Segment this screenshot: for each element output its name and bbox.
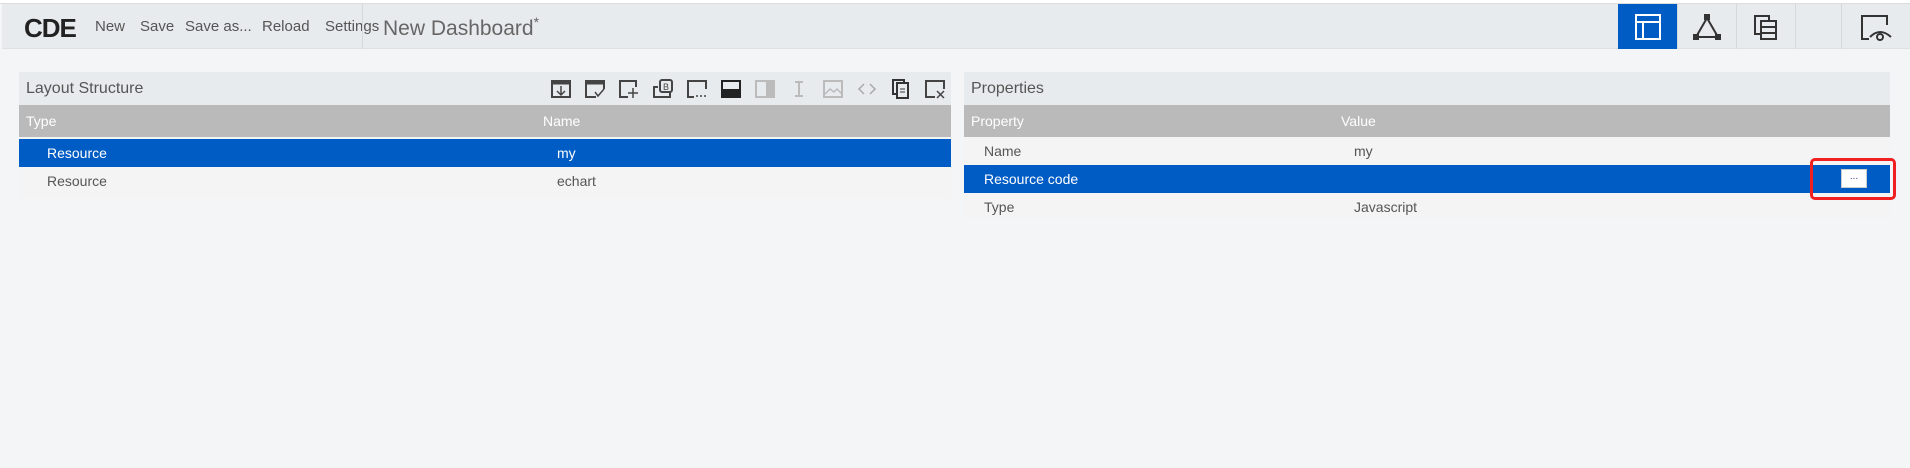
preview-icon xyxy=(1861,14,1892,41)
datasources-view-button[interactable] xyxy=(1736,4,1795,49)
delete-icon[interactable] xyxy=(923,78,947,100)
row-type: Resource xyxy=(47,173,107,189)
components-view-button[interactable] xyxy=(1677,4,1736,49)
cde-logo: CDE xyxy=(24,13,77,43)
column-property: Property xyxy=(971,113,1024,129)
toolbar-spacer xyxy=(1795,4,1841,49)
property-label: Name xyxy=(984,143,1022,159)
row-name: my xyxy=(557,145,576,161)
add-freeform-icon[interactable] xyxy=(685,78,709,100)
layout-toolbar: B xyxy=(549,78,947,100)
menu-settings[interactable]: Settings xyxy=(325,18,379,35)
layout-icon xyxy=(1635,13,1661,40)
column-name: Name xyxy=(543,113,581,129)
datasources-icon xyxy=(1754,14,1777,40)
table-row[interactable]: Resource echart xyxy=(19,167,951,195)
layout-panel-header: Layout Structure B xyxy=(19,72,951,105)
layout-column-header: Type Name xyxy=(19,105,951,137)
highlight-annotation xyxy=(1810,158,1896,200)
divider xyxy=(362,4,363,49)
add-html-icon[interactable] xyxy=(855,78,879,100)
property-row-type[interactable]: Type Javascript xyxy=(964,193,1890,221)
property-row-resource-code[interactable]: Resource code ... xyxy=(964,165,1890,193)
column-value: Value xyxy=(1341,113,1376,129)
table-row[interactable]: Resource my xyxy=(19,139,951,167)
properties-panel-header: Properties xyxy=(964,72,1890,105)
property-row-name[interactable]: Name my xyxy=(964,137,1890,165)
menu-save[interactable]: Save xyxy=(140,18,174,35)
top-bar: CDE New Save Save as... Reload Settings … xyxy=(2,4,1910,49)
modified-mark: * xyxy=(533,14,540,30)
dashboard-title: New Dashboard* xyxy=(383,14,539,41)
add-image-icon[interactable] xyxy=(821,78,845,100)
column-type: Type xyxy=(26,113,57,129)
svg-text:B: B xyxy=(663,82,669,92)
properties-panel: Properties Property Value Name my Resour… xyxy=(964,72,1890,218)
menu-save-as[interactable]: Save as... xyxy=(185,18,252,35)
property-value[interactable]: Javascript xyxy=(1354,199,1417,215)
duplicate-icon[interactable] xyxy=(889,78,913,100)
menu-new[interactable]: New xyxy=(95,18,125,35)
save-template-icon[interactable] xyxy=(549,78,573,100)
properties-panel-title: Properties xyxy=(971,80,1044,97)
layout-structure-panel: Layout Structure B Type Name Resource my… xyxy=(19,72,951,198)
dashboard-title-text: New Dashboard xyxy=(383,17,534,40)
add-column-icon[interactable] xyxy=(753,78,777,100)
property-label: Type xyxy=(984,199,1015,215)
apply-template-icon[interactable] xyxy=(583,78,607,100)
row-name: echart xyxy=(557,173,596,189)
add-bootstrap-panel-icon[interactable]: B xyxy=(651,78,675,100)
layout-panel-title: Layout Structure xyxy=(26,80,144,97)
preview-button[interactable] xyxy=(1841,4,1910,49)
property-label: Resource code xyxy=(984,171,1079,187)
layout-view-button[interactable] xyxy=(1618,4,1677,49)
property-value[interactable]: my xyxy=(1354,143,1373,159)
add-resource-icon[interactable] xyxy=(617,78,641,100)
row-type: Resource xyxy=(47,145,107,161)
add-row-icon[interactable] xyxy=(719,78,743,100)
properties-column-header: Property Value xyxy=(964,105,1890,137)
components-icon xyxy=(1693,13,1721,40)
add-space-icon[interactable] xyxy=(787,78,811,100)
menu-reload[interactable]: Reload xyxy=(262,18,310,35)
